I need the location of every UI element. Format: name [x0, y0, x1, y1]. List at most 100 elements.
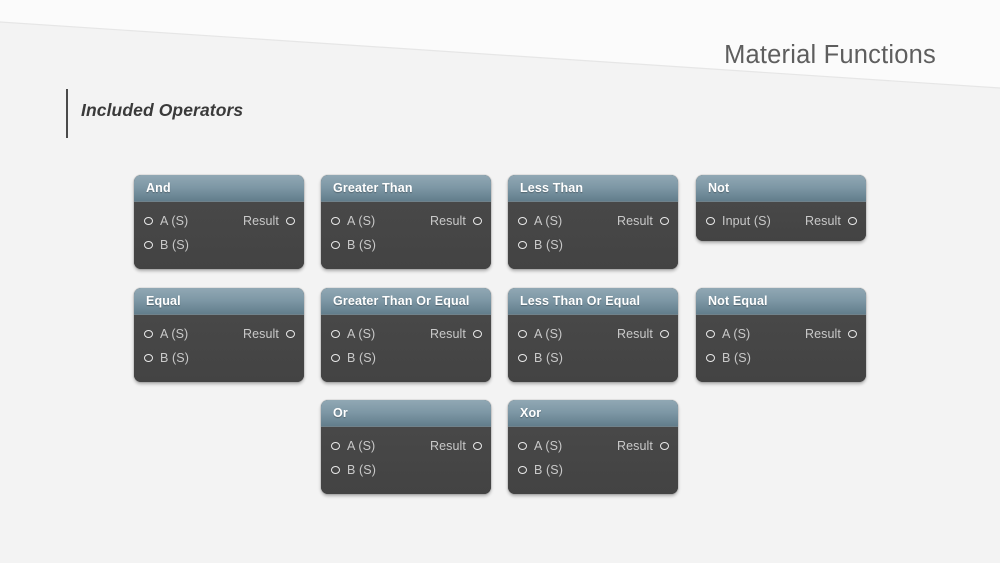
node-input-pin[interactable]: A (S) [144, 327, 188, 341]
node-output-pin[interactable]: Result [617, 327, 669, 341]
input-pin-label: B (S) [534, 238, 563, 252]
material-function-node[interactable]: Or A (S) Result B (S) [321, 400, 491, 494]
node-output-pin[interactable]: Result [430, 439, 482, 453]
node-input-pin[interactable]: A (S) [331, 327, 375, 341]
output-pin-icon[interactable] [286, 217, 295, 225]
input-pin-label: B (S) [347, 463, 376, 477]
node-input-pin[interactable]: B (S) [706, 351, 751, 365]
input-pin-icon[interactable] [518, 217, 527, 225]
node-title: And [146, 181, 171, 195]
node-input-pin[interactable]: B (S) [518, 238, 563, 252]
input-pin-icon[interactable] [518, 330, 527, 338]
input-pin-icon[interactable] [331, 354, 340, 362]
node-title: Less Than Or Equal [520, 294, 641, 308]
node-input-pin[interactable]: A (S) [518, 439, 562, 453]
output-pin-icon[interactable] [473, 330, 482, 338]
input-pin-icon[interactable] [518, 241, 527, 249]
node-input-pin[interactable]: B (S) [518, 463, 563, 477]
input-pin-label: B (S) [534, 351, 563, 365]
input-pin-icon[interactable] [331, 442, 340, 450]
output-pin-label: Result [616, 439, 653, 453]
material-function-node[interactable]: Equal A (S) Result B (S) [134, 288, 304, 382]
input-pin-label: B (S) [722, 351, 751, 365]
input-pin-icon[interactable] [518, 354, 527, 362]
input-pin-icon[interactable] [706, 354, 715, 362]
node-input-pin[interactable]: B (S) [331, 351, 376, 365]
node-output-pin[interactable]: Result [805, 214, 857, 228]
output-pin-icon[interactable] [660, 330, 669, 338]
node-header[interactable]: Equal [134, 288, 304, 315]
node-output-pin[interactable]: Result [617, 214, 669, 228]
node-pin-row: A (S) Result [321, 434, 491, 458]
node-pin-row: B (S) [321, 346, 491, 370]
output-pin-icon[interactable] [286, 330, 295, 338]
node-header[interactable]: Less Than Or Equal [508, 288, 678, 315]
node-pin-row: A (S) Result [508, 434, 678, 458]
node-pin-row: B (S) [134, 346, 304, 370]
input-pin-icon[interactable] [331, 330, 340, 338]
material-function-node[interactable]: Greater Than Or Equal A (S) Result B (S) [321, 288, 491, 382]
input-pin-icon[interactable] [331, 466, 340, 474]
node-input-pin[interactable]: Input (S) [706, 214, 771, 228]
node-header[interactable]: Less Than [508, 175, 678, 202]
node-output-pin[interactable]: Result [243, 327, 295, 341]
input-pin-icon[interactable] [331, 217, 340, 225]
node-input-pin[interactable]: B (S) [331, 238, 376, 252]
input-pin-icon[interactable] [331, 241, 340, 249]
node-pin-row: A (S) Result [321, 322, 491, 346]
input-pin-icon[interactable] [144, 241, 153, 249]
input-pin-icon[interactable] [706, 217, 715, 225]
node-input-pin[interactable]: B (S) [144, 351, 189, 365]
node-title: Greater Than [333, 181, 413, 195]
input-pin-icon[interactable] [518, 466, 527, 474]
node-header[interactable]: And [134, 175, 304, 202]
node-output-pin[interactable]: Result [430, 327, 482, 341]
node-input-pin[interactable]: A (S) [518, 214, 562, 228]
output-pin-icon[interactable] [848, 330, 857, 338]
node-body: A (S) Result B (S) [321, 427, 491, 494]
material-function-node[interactable]: Not Input (S) Result [696, 175, 866, 241]
node-input-pin[interactable]: B (S) [331, 463, 376, 477]
node-input-pin[interactable]: A (S) [144, 214, 188, 228]
node-title: Less Than [520, 181, 584, 195]
node-input-pin[interactable]: A (S) [331, 214, 375, 228]
input-pin-label: B (S) [347, 238, 376, 252]
node-header[interactable]: Not Equal [696, 288, 866, 315]
material-function-node[interactable]: And A (S) Result B (S) [134, 175, 304, 269]
node-body: A (S) Result B (S) [508, 315, 678, 382]
node-input-pin[interactable]: A (S) [706, 327, 750, 341]
output-pin-icon[interactable] [473, 217, 482, 225]
material-function-node[interactable]: Greater Than A (S) Result B (S) [321, 175, 491, 269]
node-input-pin[interactable]: B (S) [518, 351, 563, 365]
input-pin-label: A (S) [160, 214, 189, 228]
node-header[interactable]: Not [696, 175, 866, 202]
input-pin-icon[interactable] [144, 354, 153, 362]
output-pin-label: Result [429, 214, 466, 228]
output-pin-icon[interactable] [660, 442, 669, 450]
input-pin-icon[interactable] [518, 442, 527, 450]
node-output-pin[interactable]: Result [243, 214, 295, 228]
input-pin-icon[interactable] [144, 217, 153, 225]
input-pin-icon[interactable] [144, 330, 153, 338]
input-pin-label: A (S) [534, 327, 563, 341]
node-output-pin[interactable]: Result [805, 327, 857, 341]
node-input-pin[interactable]: A (S) [518, 327, 562, 341]
node-input-pin[interactable]: A (S) [331, 439, 375, 453]
material-function-node[interactable]: Less Than A (S) Result B (S) [508, 175, 678, 269]
node-body: A (S) Result B (S) [321, 202, 491, 269]
node-output-pin[interactable]: Result [430, 214, 482, 228]
material-function-node[interactable]: Xor A (S) Result B (S) [508, 400, 678, 494]
input-pin-icon[interactable] [706, 330, 715, 338]
output-pin-label: Result [616, 327, 653, 341]
node-output-pin[interactable]: Result [617, 439, 669, 453]
output-pin-icon[interactable] [660, 217, 669, 225]
material-function-node[interactable]: Less Than Or Equal A (S) Result B (S) [508, 288, 678, 382]
output-pin-icon[interactable] [848, 217, 857, 225]
node-header[interactable]: Greater Than [321, 175, 491, 202]
material-function-node[interactable]: Not Equal A (S) Result B (S) [696, 288, 866, 382]
node-input-pin[interactable]: B (S) [144, 238, 189, 252]
output-pin-icon[interactable] [473, 442, 482, 450]
node-header[interactable]: Or [321, 400, 491, 427]
node-header[interactable]: Xor [508, 400, 678, 427]
node-header[interactable]: Greater Than Or Equal [321, 288, 491, 315]
